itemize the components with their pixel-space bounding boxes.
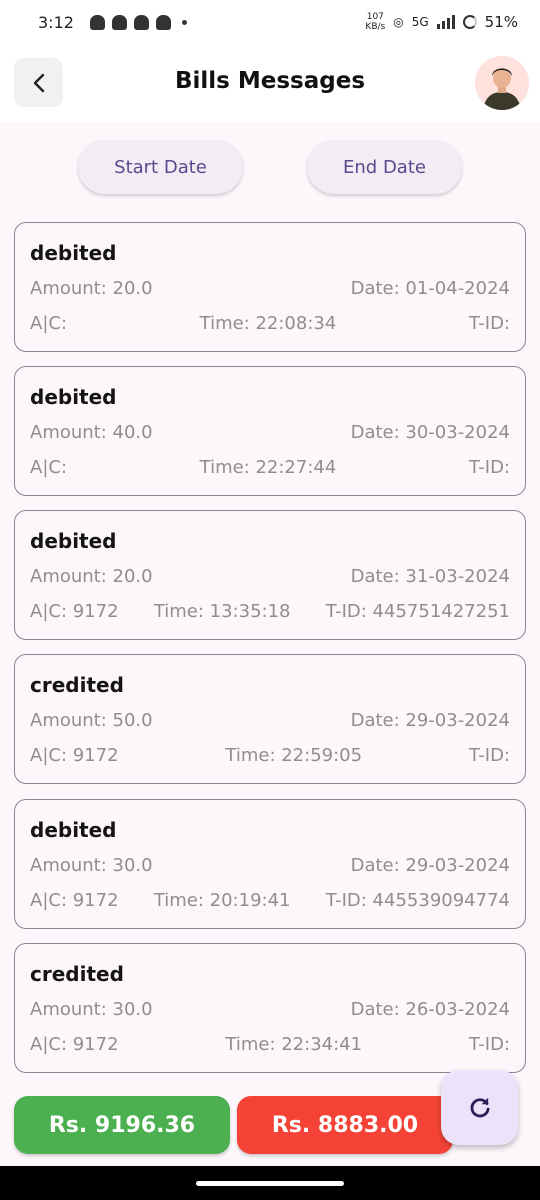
transaction-type: debited xyxy=(30,385,117,409)
home-gesture-handle[interactable] xyxy=(196,1181,344,1186)
account: A|C: xyxy=(30,313,68,334)
battery-icon xyxy=(462,15,477,29)
transaction-type: debited xyxy=(30,241,117,265)
time: Time: 13:35:18 xyxy=(153,601,291,622)
snapchat-icon xyxy=(155,14,171,30)
transaction-type: credited xyxy=(30,962,124,986)
time: Time: 22:08:34 xyxy=(199,313,337,334)
start-date-button[interactable]: Start Date xyxy=(78,140,243,194)
status-time: 3:12 xyxy=(38,12,74,32)
snapchat-icon xyxy=(133,14,149,30)
amount-date-row: Amount: 40.0 Date: 30-03-2024 xyxy=(30,422,510,443)
account-time-row: A|C: 9172 Time: 22:59:05 T-ID: xyxy=(30,745,510,766)
account: A|C: 9172 xyxy=(30,745,119,766)
amount: Amount: 30.0 xyxy=(30,855,153,876)
debit-total-button[interactable]: Rs. 8883.00 xyxy=(237,1096,453,1154)
account-time-row: A|C: Time: 22:08:34 T-ID: xyxy=(30,313,510,334)
hotspot-icon: ◎ xyxy=(393,15,404,29)
refresh-button[interactable] xyxy=(441,1070,518,1145)
amount-date-row: Amount: 20.0 Date: 01-04-2024 xyxy=(30,278,510,299)
snapchat-icon xyxy=(111,14,127,30)
status-bar: 3:12 107 KB/s ◎ 5G 51% xyxy=(0,0,540,44)
refresh-icon xyxy=(470,1097,490,1117)
network-type: 5G xyxy=(411,15,429,29)
account: A|C: 9172 xyxy=(30,601,119,622)
signal-icon xyxy=(436,15,455,29)
account: A|C: 9172 xyxy=(30,1034,119,1055)
message-card[interactable]: debited Amount: 40.0 Date: 30-03-2024 A|… xyxy=(14,366,526,496)
time: Time: 22:27:44 xyxy=(199,457,337,478)
time: Time: 22:34:41 xyxy=(225,1034,363,1055)
system-nav-bar xyxy=(0,1166,540,1200)
time: Time: 22:59:05 xyxy=(225,745,363,766)
network-speed-unit: KB/s xyxy=(365,22,386,32)
app-header: Bills Messages xyxy=(0,44,540,122)
date: Date: 01-04-2024 xyxy=(350,278,510,299)
amount: Amount: 30.0 xyxy=(30,999,153,1020)
end-date-button[interactable]: End Date xyxy=(307,140,462,194)
page-title: Bills Messages xyxy=(174,68,366,94)
account-time-row: A|C: 9172 Time: 20:19:41 T-ID: 445539094… xyxy=(30,890,510,911)
account-time-row: A|C: Time: 22:27:44 T-ID: xyxy=(30,457,510,478)
date: Date: 26-03-2024 xyxy=(350,999,510,1020)
network-speed: 107 KB/s xyxy=(365,12,385,32)
transaction-id: T-ID: xyxy=(468,457,510,478)
amount: Amount: 20.0 xyxy=(30,566,153,587)
amount-date-row: Amount: 50.0 Date: 29-03-2024 xyxy=(30,710,510,731)
transaction-type: credited xyxy=(30,673,124,697)
amount-date-row: Amount: 20.0 Date: 31-03-2024 xyxy=(30,566,510,587)
date: Date: 29-03-2024 xyxy=(350,855,510,876)
transaction-id: T-ID: xyxy=(468,1034,510,1055)
message-card[interactable]: debited Amount: 20.0 Date: 31-03-2024 A|… xyxy=(14,510,526,640)
more-notifications-icon xyxy=(181,19,187,25)
transaction-id: T-ID: 445539094774 xyxy=(325,890,510,911)
message-card[interactable]: credited Amount: 30.0 Date: 26-03-2024 A… xyxy=(14,943,526,1073)
message-card[interactable]: debited Amount: 30.0 Date: 29-03-2024 A|… xyxy=(14,799,526,929)
account: A|C: xyxy=(30,457,68,478)
date: Date: 29-03-2024 xyxy=(350,710,510,731)
status-right: 107 KB/s ◎ 5G 51% xyxy=(365,12,518,32)
avatar[interactable] xyxy=(475,56,529,110)
credit-total-button[interactable]: Rs. 9196.36 xyxy=(14,1096,230,1154)
transaction-id: T-ID: 445751427251 xyxy=(325,601,510,622)
date: Date: 30-03-2024 xyxy=(350,422,510,443)
transaction-id: T-ID: xyxy=(468,313,510,334)
battery-level: 51% xyxy=(484,13,518,31)
notification-icons xyxy=(89,14,187,30)
network-speed-value: 107 xyxy=(366,12,384,22)
transaction-type: debited xyxy=(30,529,117,553)
message-card[interactable]: credited Amount: 50.0 Date: 29-03-2024 A… xyxy=(14,654,526,784)
amount: Amount: 50.0 xyxy=(30,710,153,731)
transaction-type: debited xyxy=(30,818,117,842)
time: Time: 20:19:41 xyxy=(153,890,291,911)
amount-date-row: Amount: 30.0 Date: 26-03-2024 xyxy=(30,999,510,1020)
amount: Amount: 20.0 xyxy=(30,278,153,299)
user-avatar-icon xyxy=(475,56,529,110)
account-time-row: A|C: 9172 Time: 13:35:18 T-ID: 445751427… xyxy=(30,601,510,622)
amount-date-row: Amount: 30.0 Date: 29-03-2024 xyxy=(30,855,510,876)
account-time-row: A|C: 9172 Time: 22:34:41 T-ID: xyxy=(30,1034,510,1055)
transaction-id: T-ID: xyxy=(468,745,510,766)
account: A|C: 9172 xyxy=(30,890,119,911)
snapchat-icon xyxy=(89,14,105,30)
date: Date: 31-03-2024 xyxy=(350,566,510,587)
message-card[interactable]: debited Amount: 20.0 Date: 01-04-2024 A|… xyxy=(14,222,526,352)
amount: Amount: 40.0 xyxy=(30,422,153,443)
